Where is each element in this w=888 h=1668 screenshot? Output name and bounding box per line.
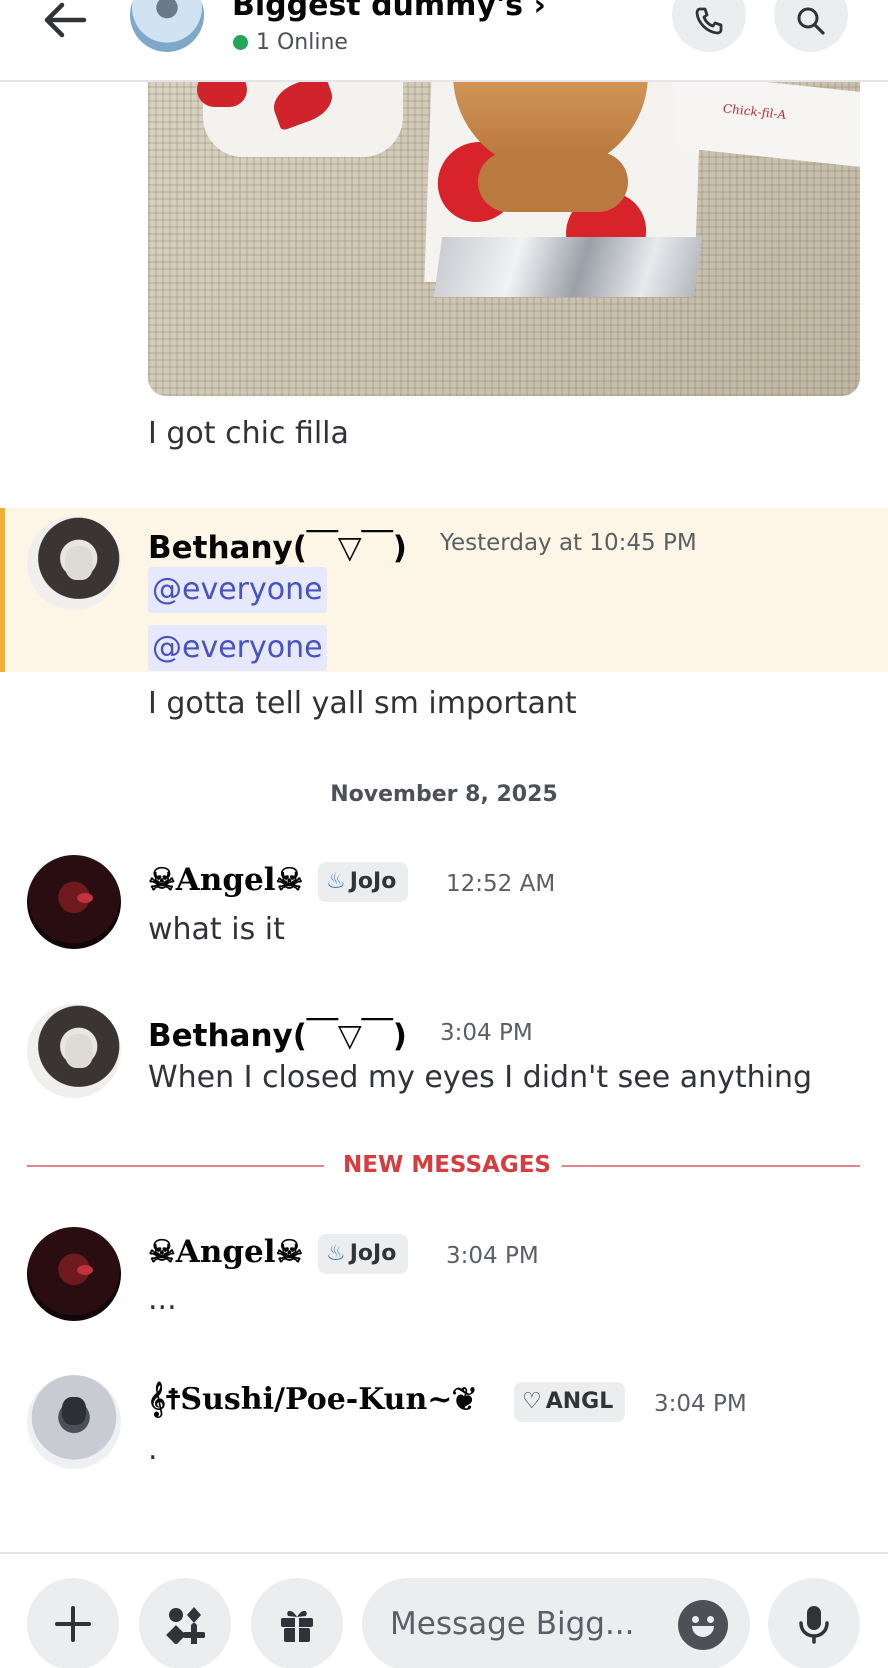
image-attachment[interactable] xyxy=(148,82,860,396)
apps-icon xyxy=(166,1607,205,1644)
avatar[interactable] xyxy=(27,516,121,610)
message-text: what is it xyxy=(148,912,285,947)
heart-outline-icon: ♡ xyxy=(522,1389,542,1414)
username[interactable]: Bethany(￣▽￣) xyxy=(148,1010,407,1055)
mention-everyone[interactable]: @everyone xyxy=(148,625,327,671)
avatar[interactable] xyxy=(27,1375,121,1469)
username[interactable]: Bethany(￣▽￣) xyxy=(148,522,407,567)
message-timestamp: Yesterday at 10:45 PM xyxy=(440,530,697,556)
message-text: ... xyxy=(148,1282,177,1317)
foil-wrapper xyxy=(433,237,703,297)
drink-cup xyxy=(197,82,403,157)
online-count: 1 Online xyxy=(256,30,348,55)
mention-bar xyxy=(0,508,5,672)
chevron-right-icon: › xyxy=(533,0,546,23)
microphone-icon xyxy=(799,1606,829,1644)
message-timestamp: 3:04 PM xyxy=(446,1243,539,1269)
search-button[interactable] xyxy=(774,0,848,52)
avatar[interactable] xyxy=(27,1004,121,1098)
chat-header: Biggest dummy's › 1 Online xyxy=(0,0,888,82)
message-timestamp: 3:04 PM xyxy=(654,1391,747,1417)
message-text: When I closed my eyes I didn't see anyth… xyxy=(148,1060,813,1095)
message-input[interactable] xyxy=(390,1602,660,1646)
new-messages-line xyxy=(27,1165,324,1167)
message-timestamp: 12:52 AM xyxy=(446,871,556,897)
message-text: . xyxy=(148,1432,158,1467)
plus-icon xyxy=(55,1606,91,1642)
guild-tag[interactable]: ♡ ANGL xyxy=(514,1382,626,1422)
chicken-patty xyxy=(478,152,628,212)
emoji-icon[interactable] xyxy=(678,1600,728,1650)
back-arrow-icon[interactable] xyxy=(40,0,90,40)
phone-icon xyxy=(695,7,723,35)
gift-button[interactable] xyxy=(251,1578,343,1668)
message-composer xyxy=(0,1552,888,1668)
date-divider: November 8, 2025 xyxy=(330,782,558,807)
guild-tag[interactable]: ♨ JoJo xyxy=(318,862,409,902)
guild-tag[interactable]: ♨ JoJo xyxy=(318,1234,409,1274)
fries-box xyxy=(673,82,860,167)
group-avatar[interactable] xyxy=(130,0,204,52)
channel-title[interactable]: Biggest dummy's › xyxy=(232,0,546,23)
voice-call-button[interactable] xyxy=(672,0,746,52)
avatar[interactable] xyxy=(27,1227,121,1321)
username[interactable]: ☠Angel☠ xyxy=(148,862,303,898)
message-text: I gotta tell yall sm important xyxy=(148,686,577,721)
avatar[interactable] xyxy=(27,855,121,949)
add-attachment-button[interactable] xyxy=(27,1578,119,1668)
online-status-dot xyxy=(233,35,248,50)
gift-icon xyxy=(281,1610,313,1642)
mention-everyone[interactable]: @everyone xyxy=(148,567,327,613)
message-timestamp: 3:04 PM xyxy=(440,1020,533,1046)
username[interactable]: ☠Angel☠ xyxy=(148,1234,303,1270)
search-icon xyxy=(797,7,825,35)
new-messages-line xyxy=(562,1165,860,1167)
flame-icon: ♨ xyxy=(326,869,346,894)
message-input-container[interactable] xyxy=(362,1578,750,1668)
new-messages-label: NEW MESSAGES xyxy=(343,1152,551,1178)
flame-icon: ♨ xyxy=(326,1241,346,1266)
username[interactable]: 𝄞☨Sushi/Poe-Kun~❦ xyxy=(148,1382,475,1417)
message-text: I got chic filla xyxy=(148,416,349,451)
apps-button[interactable] xyxy=(139,1578,231,1668)
voice-message-button[interactable] xyxy=(768,1578,860,1668)
message-list[interactable]: I got chic filla Bethany(￣▽￣) Yesterday … xyxy=(0,82,888,1552)
